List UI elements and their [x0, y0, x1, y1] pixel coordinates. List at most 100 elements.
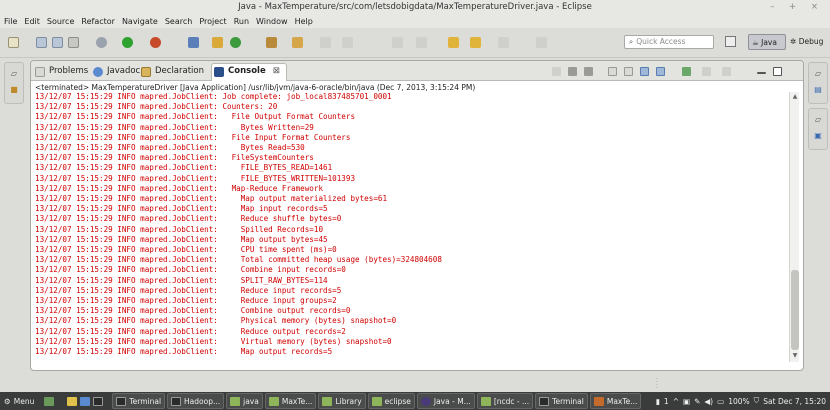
console-line: 13/12/07 15:15:29 INFO mapred.JobClient:… [35, 275, 328, 285]
restore-icon[interactable]: ▱ [9, 69, 19, 79]
console-line: 13/12/07 15:15:29 INFO mapred.JobClient:… [35, 224, 324, 234]
save-all-icon[interactable] [52, 37, 63, 48]
menu-project[interactable]: Project [199, 17, 226, 26]
tab-declaration[interactable]: Declaration [139, 64, 204, 80]
print-icon[interactable] [68, 37, 79, 48]
restore-icon[interactable]: ▱ [813, 115, 823, 125]
terminate-icon[interactable] [552, 67, 561, 76]
left-trim-stack: ▱ ■ [4, 62, 24, 104]
console-line: 13/12/07 15:15:29 INFO mapred.JobClient:… [35, 92, 392, 101]
quick-access-field[interactable]: ⌕ Quick Access [624, 35, 714, 49]
taskbar-item[interactable]: Library [318, 393, 366, 409]
file-manager-launcher[interactable] [63, 393, 110, 409]
console-line: 13/12/07 15:15:29 INFO mapred.JobClient:… [35, 122, 314, 132]
menu-navigate[interactable]: Navigate [122, 17, 158, 26]
menu-edit[interactable]: Edit [24, 17, 40, 26]
scroll-lock-icon[interactable] [624, 67, 633, 76]
show-console-stdout-icon[interactable] [656, 67, 665, 76]
word-wrap-icon[interactable] [640, 67, 649, 76]
toggle-mark-icon[interactable] [320, 37, 331, 48]
tab-console[interactable]: Console ⊠ [211, 63, 287, 81]
tab-javadoc[interactable]: Javadoc [91, 64, 140, 80]
menu-source[interactable]: Source [47, 17, 74, 26]
pin-icon[interactable] [342, 37, 353, 48]
remove-all-launches-icon[interactable] [584, 67, 593, 76]
new-class-icon[interactable] [230, 37, 241, 48]
java-perspective-icon: ☕ [752, 38, 759, 47]
declaration-icon [141, 67, 151, 77]
back-icon[interactable] [448, 37, 459, 48]
open-task-icon[interactable] [292, 37, 303, 48]
taskbar-item[interactable]: eclipse [367, 393, 415, 409]
external-tools-icon[interactable] [150, 37, 161, 48]
menu-refactor[interactable]: Refactor [81, 17, 115, 26]
taskbar-item-label: [ncdc - ... [493, 396, 530, 406]
open-type-icon[interactable] [266, 37, 277, 48]
window-controls[interactable]: – + × [770, 0, 824, 14]
menu-window[interactable]: Window [256, 17, 288, 26]
package-explorer-icon[interactable]: ■ [9, 85, 19, 95]
scroll-down-icon[interactable]: ▼ [791, 352, 799, 360]
forward-icon[interactable] [470, 37, 481, 48]
resize-grip-icon[interactable]: · · · · [656, 377, 659, 392]
console-scrollbar[interactable]: ▲ ▼ [789, 92, 799, 362]
task-list-icon[interactable]: ▣ [813, 131, 823, 141]
new-icon[interactable] [8, 37, 19, 48]
minimize-icon[interactable] [757, 72, 766, 74]
new-java-project-icon[interactable] [188, 37, 199, 48]
pin-console-icon[interactable] [682, 67, 691, 76]
shield-icon[interactable]: ⛉ [754, 396, 760, 406]
notification-icon[interactable]: ▮ [656, 397, 660, 406]
taskbar-item[interactable]: MaxTe... [589, 393, 642, 409]
taskbar-item[interactable]: Terminal [112, 393, 166, 409]
next-annotation-icon[interactable] [392, 37, 403, 48]
battery-icon[interactable]: ▭ [717, 397, 724, 406]
taskbar-item[interactable]: MaxTe... [264, 393, 317, 409]
taskbar-item[interactable]: [ncdc - ... [476, 393, 534, 409]
menu-file[interactable]: File [4, 17, 17, 26]
close-icon[interactable]: ⊠ [273, 66, 280, 76]
menu-help[interactable]: Help [295, 17, 313, 26]
remove-launch-icon[interactable] [568, 67, 577, 76]
menu-search[interactable]: Search [165, 17, 192, 26]
restore-icon[interactable]: ▱ [813, 69, 823, 79]
clock[interactable]: Sat Dec 7, 15:20 [763, 397, 826, 406]
console-line: 13/12/07 15:15:29 INFO mapred.JobClient:… [35, 132, 351, 142]
start-menu-button[interactable]: ⚙ Menu [0, 393, 38, 409]
last-edit-icon[interactable] [498, 37, 509, 48]
new-package-icon[interactable] [212, 37, 223, 48]
console-line: 13/12/07 15:15:29 INFO mapred.JobClient:… [35, 296, 337, 306]
tab-label: Problems [49, 66, 89, 76]
taskbar-item[interactable]: Terminal [535, 393, 588, 409]
scroll-up-icon[interactable]: ▲ [791, 93, 799, 101]
tab-problems[interactable]: Problems [33, 64, 88, 80]
scrollbar-thumb[interactable] [791, 270, 799, 350]
chevron-up-icon[interactable]: ^ [673, 397, 679, 406]
volume-icon[interactable]: ◀) [704, 397, 713, 406]
console-line: 13/12/07 15:15:29 INFO mapred.JobClient:… [35, 163, 333, 173]
open-console-icon[interactable] [722, 67, 731, 76]
display-console-icon[interactable] [702, 67, 711, 76]
taskbar-item[interactable]: Java - M... [416, 393, 475, 409]
save-icon[interactable] [36, 37, 47, 48]
bluetooth-icon[interactable]: ✎ [694, 397, 700, 406]
taskbar-item[interactable]: java [226, 393, 263, 409]
show-desktop-launcher[interactable] [40, 393, 61, 409]
menu-run[interactable]: Run [234, 17, 249, 26]
open-perspective-icon[interactable] [725, 36, 736, 47]
console-output[interactable]: 13/12/07 15:15:29 INFO mapred.JobClient:… [35, 92, 785, 360]
maximize-icon[interactable] [773, 67, 782, 76]
perspective-java-button[interactable]: ☕ Java [748, 34, 786, 50]
folder-icon [371, 396, 382, 406]
network-icon[interactable]: ▣ [683, 397, 690, 406]
prev-annotation-icon[interactable] [416, 37, 427, 48]
console-line: 13/12/07 15:15:29 INFO mapred.JobClient:… [35, 173, 356, 183]
perspective-java-label: Java [761, 38, 777, 47]
taskbar-item[interactable]: Hadoop... [167, 393, 225, 409]
outline-icon[interactable]: ▤ [813, 85, 823, 95]
clear-console-icon[interactable] [608, 67, 617, 76]
navigate-icon[interactable] [536, 37, 547, 48]
perspective-debug-button[interactable]: ✲ Debug [788, 34, 828, 50]
run-icon[interactable] [122, 37, 133, 48]
debug-icon[interactable] [96, 37, 107, 48]
